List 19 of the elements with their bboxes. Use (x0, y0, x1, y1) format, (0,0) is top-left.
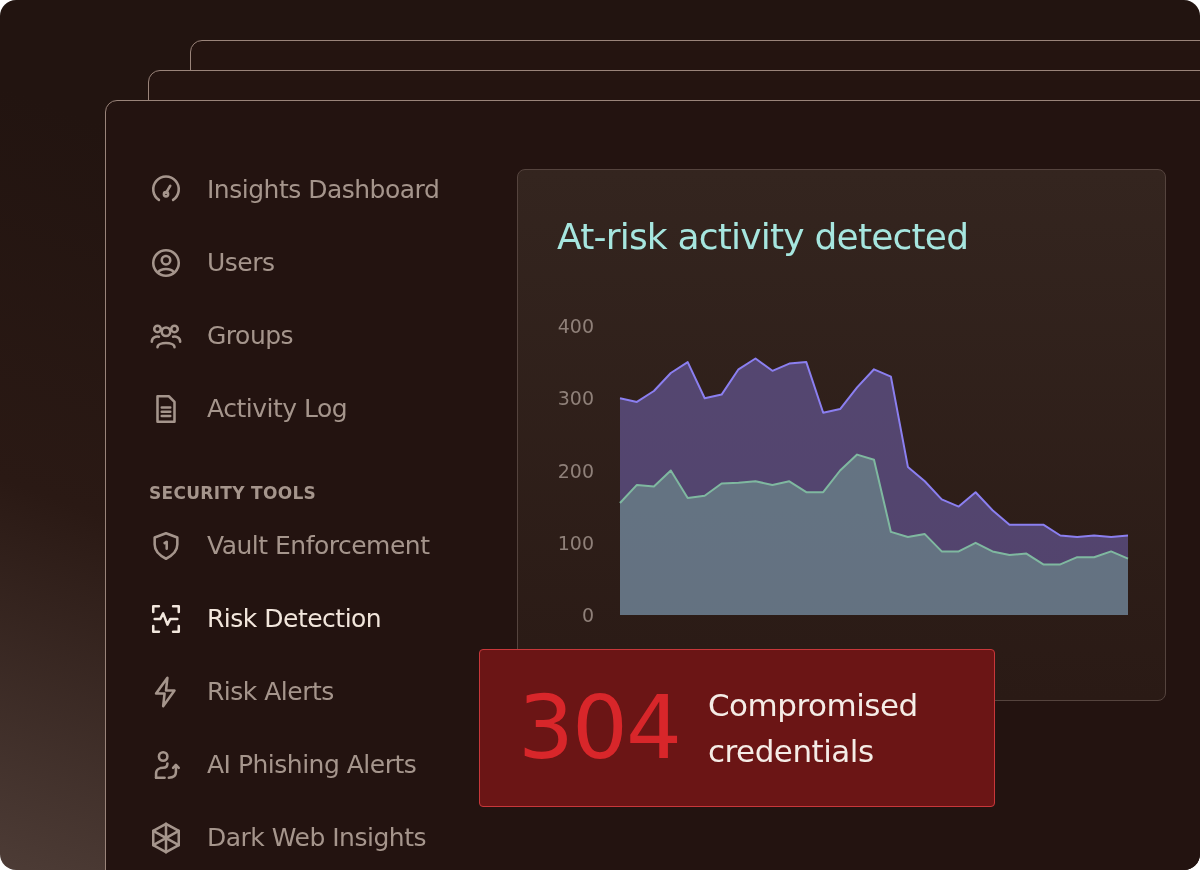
sidebar-item[interactable]: Groups (149, 299, 479, 372)
cube-icon (149, 820, 183, 855)
axis-label: 300 (557, 387, 594, 410)
sidebar-item[interactable]: Users (149, 226, 479, 299)
axis-label: 0 (581, 604, 594, 626)
chart-title: At-risk activity detected (557, 216, 969, 257)
stat-value: 304 (518, 684, 680, 772)
axis-label: 400 (557, 315, 594, 337)
sidebar-item[interactable]: Vault Enforcement (149, 509, 479, 582)
sidebar-item[interactable]: Dark Web Insights (149, 801, 479, 870)
sidebar-item[interactable]: Risk Alerts (149, 655, 479, 728)
axis-label: 200 (557, 459, 594, 482)
sidebar-item[interactable]: Insights Dashboard (149, 153, 479, 226)
sidebar-item[interactable]: Activity Log (149, 372, 479, 445)
sidebar-item[interactable]: Risk Detection (149, 582, 479, 655)
stat-label: Compromised credentials (707, 685, 919, 771)
axis-label: 100 (557, 531, 594, 554)
sidebar-item[interactable]: AI Phishing Alerts (149, 728, 479, 801)
section-heading: SECURITY TOOLS (149, 483, 318, 503)
